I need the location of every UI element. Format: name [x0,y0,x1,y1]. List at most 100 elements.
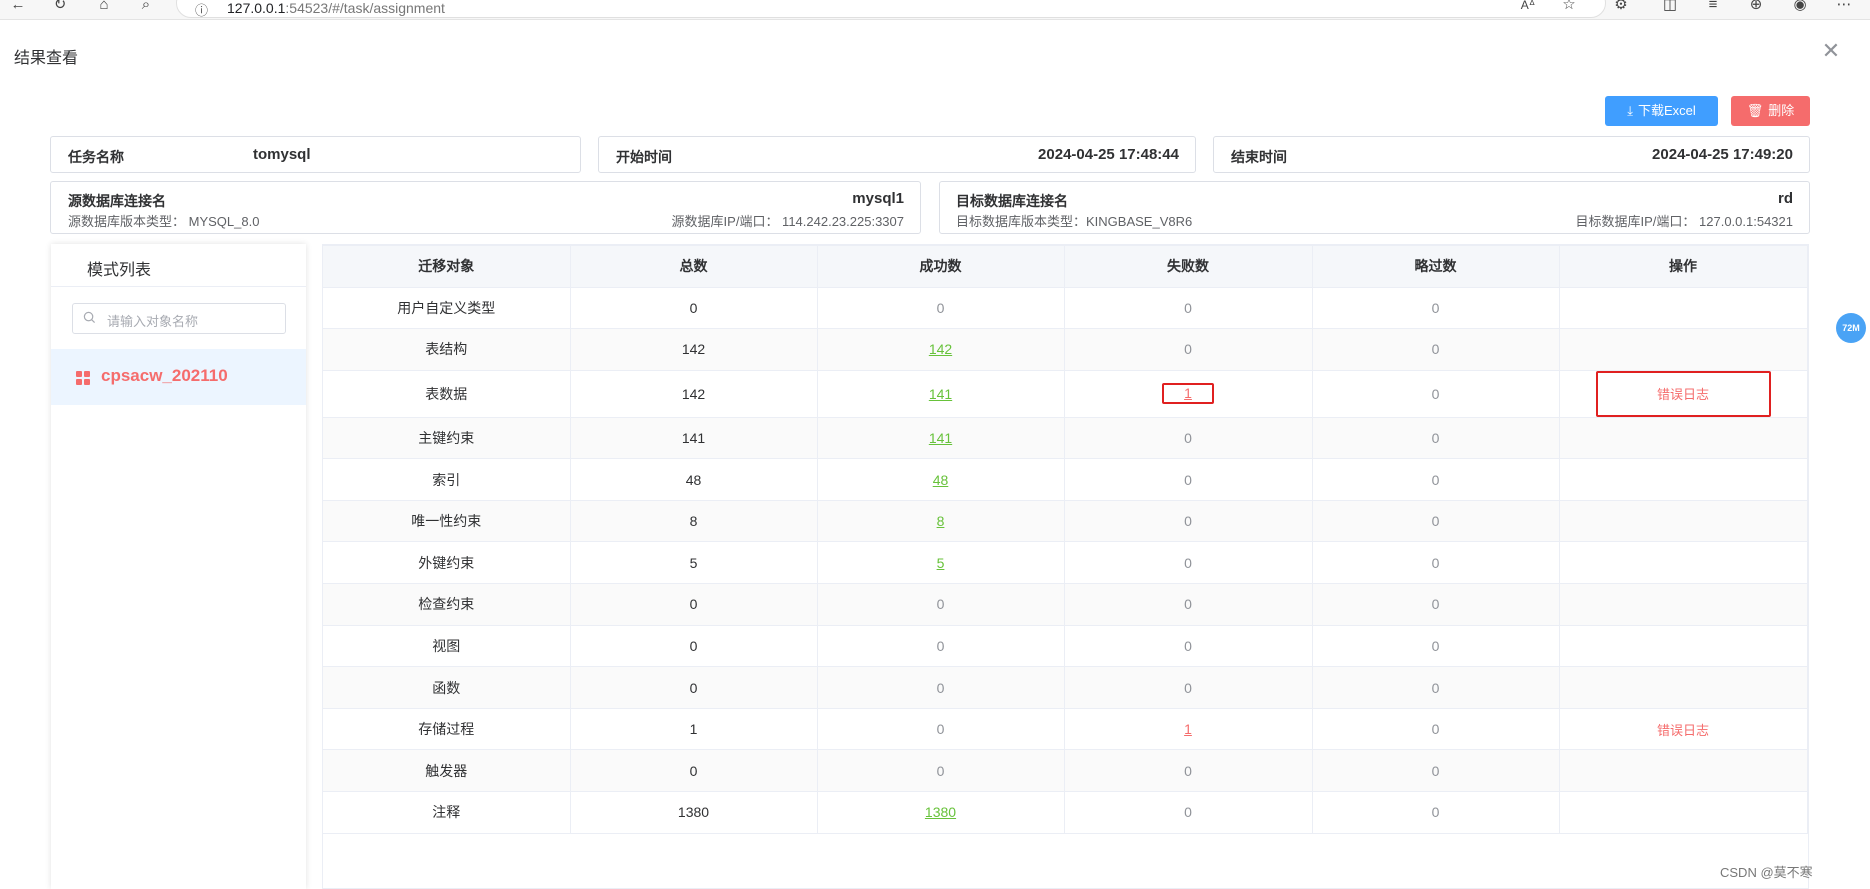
col-header-object: 迁移对象 [323,246,571,288]
home-icon[interactable]: ⌂ [96,0,112,13]
cell-skip: 0 [1312,417,1560,460]
table-row: 检查约束 0 0 0 0 [323,583,1808,626]
cell-skip: 0 [1312,541,1560,585]
cell-success: 0 [817,708,1065,751]
table-row: 主键约束 141 141 0 0 [323,417,1808,460]
cell-success: 8 [817,500,1065,543]
cell-object: 存储过程 [323,708,571,751]
info-icon[interactable]: ⓘ [195,0,208,19]
search-icon[interactable]: ⌕ [138,0,154,13]
cell-action [1559,541,1808,585]
table-row: 函数 0 0 0 0 [323,666,1808,709]
cell-object: 检查约束 [323,583,571,626]
schema-item[interactable]: cpsacw_202110 [51,349,306,405]
cell-fail: 0 [1064,500,1313,543]
cell-skip: 0 [1312,791,1560,834]
start-time-field: 开始时间 2024-04-25 17:48:44 [598,136,1196,173]
object-search-input[interactable]: 请输入对象名称 [72,303,286,334]
cell-success: 0 [817,625,1065,668]
col-header-total: 总数 [570,246,818,288]
cell-total: 48 [570,458,818,501]
schema-list-panel: 模式列表 请输入对象名称 cpsacw_202110 [51,244,306,889]
cell-total: 142 [570,328,818,371]
cell-skip: 0 [1312,370,1560,418]
cell-fail: 0 [1064,749,1313,793]
table-row: 视图 0 0 0 0 [323,625,1808,668]
profile-icon[interactable]: ◉ [1792,0,1808,13]
search-icon [83,311,96,324]
success-count-link[interactable]: 5 [937,555,945,571]
cell-fail: 0 [1064,583,1313,626]
success-count-link[interactable]: 8 [937,513,945,529]
read-aloud-icon[interactable]: Aᐞ [1520,0,1536,13]
close-icon[interactable]: ✕ [1820,40,1842,62]
cell-total: 0 [570,625,818,668]
search-placeholder: 请输入对象名称 [107,314,199,329]
cell-total: 141 [570,417,818,460]
table-row: 注释 1380 1380 0 0 [323,791,1808,834]
collections-icon[interactable]: ⊕ [1748,0,1764,13]
source-connection-card: 源数据库连接名 mysql1 源数据库版本类型： MYSQL_8.0 源数据库I… [50,181,921,234]
cell-success: 0 [817,583,1065,626]
col-header-action: 操作 [1559,246,1808,288]
success-count-link[interactable]: 48 [933,472,949,488]
cell-skip: 0 [1312,328,1560,371]
download-excel-button[interactable]: ⤓ 下载Excel [1605,96,1718,126]
favorite-star-icon[interactable]: ☆ [1561,0,1577,13]
cell-total: 142 [570,370,818,418]
cell-total: 1 [570,708,818,751]
cell-success: 0 [817,749,1065,793]
cell-fail: 0 [1064,287,1313,330]
memory-badge[interactable]: 72M [1836,313,1866,343]
cell-success: 0 [817,666,1065,709]
fail-count-link[interactable]: 1 [1184,385,1192,401]
cell-total: 8 [570,500,818,543]
extensions-icon[interactable]: ⚙ [1613,0,1629,13]
success-count-link[interactable]: 142 [929,341,952,357]
refresh-icon[interactable]: ↻ [52,0,68,13]
trash-icon: 🗑 [1746,103,1764,118]
delete-button[interactable]: 🗑 删除 [1731,96,1810,126]
schema-list-title: 模式列表 [87,262,152,279]
cell-object: 唯一性约束 [323,500,571,543]
table-row: 表数据 142 141 1 0 错误日志 [323,370,1808,418]
cell-action [1559,791,1808,834]
cell-success: 48 [817,458,1065,501]
end-time-field: 结束时间 2024-04-25 17:49:20 [1213,136,1810,173]
split-screen-icon[interactable]: ◫ [1662,0,1678,13]
col-header-skip: 略过数 [1312,246,1560,288]
cell-object: 触发器 [323,749,571,793]
cell-success: 0 [817,287,1065,330]
table-row: 外键约束 5 5 0 0 [323,541,1808,585]
divider [51,286,306,287]
error-log-link[interactable]: 错误日志 [1657,387,1709,402]
task-name-field: 任务名称 tomysql [50,136,581,173]
more-menu-icon[interactable]: ⋯ [1836,0,1852,13]
highlight-box: 1 [1162,383,1214,405]
cell-total: 0 [570,583,818,626]
cell-skip: 0 [1312,583,1560,626]
fail-count-link[interactable]: 1 [1184,721,1192,737]
success-count-link[interactable]: 1380 [925,804,956,820]
success-count-link[interactable]: 141 [929,386,952,402]
cell-object: 表结构 [323,328,571,371]
favorites-list-icon[interactable]: ≡ [1705,0,1721,13]
schema-name: cpsacw_202110 [101,366,228,385]
cell-success: 5 [817,541,1065,585]
cell-success: 141 [817,417,1065,460]
cell-action: 错误日志 [1559,370,1808,418]
success-count-link[interactable]: 141 [929,430,952,446]
cell-object: 用户自定义类型 [323,287,571,330]
cell-success: 142 [817,328,1065,371]
back-arrow-icon[interactable]: ← [10,0,26,13]
cell-action [1559,328,1808,371]
download-icon: ⤓ [1627,103,1633,118]
error-log-link[interactable]: 错误日志 [1657,723,1709,738]
cell-action [1559,666,1808,709]
browser-toolbar: ← ↻ ⌂ ⌕ ⓘ 127.0.0.1:54523/#/task/assignm… [0,0,1870,20]
url-text: 127.0.0.1:54523/#/task/assignment [227,0,445,16]
cell-fail: 0 [1064,417,1313,460]
address-bar[interactable]: ⓘ 127.0.0.1:54523/#/task/assignment [176,0,1606,18]
col-header-fail: 失败数 [1064,246,1313,288]
cell-fail: 0 [1064,791,1313,834]
